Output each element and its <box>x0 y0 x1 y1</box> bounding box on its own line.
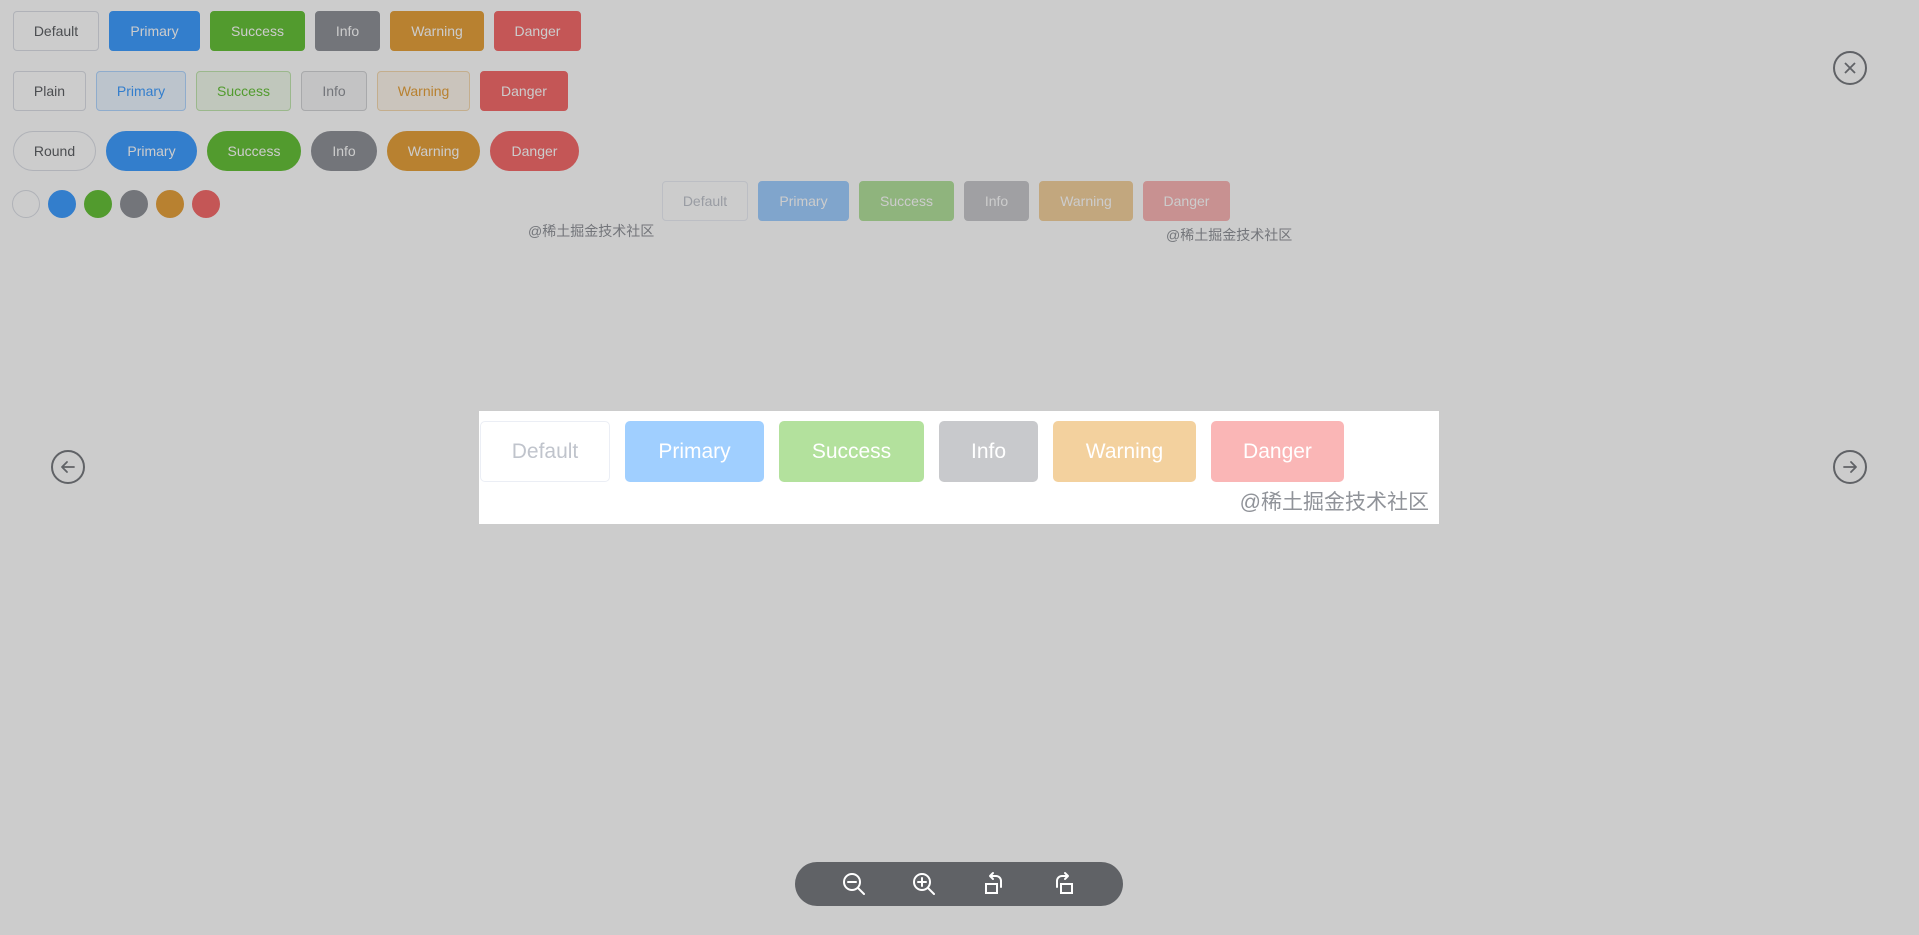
arrow-left-icon <box>61 461 75 473</box>
zoom-in-button[interactable] <box>908 868 940 900</box>
rotate-right-icon <box>1056 872 1073 894</box>
close-icon <box>1844 62 1856 74</box>
preview-warning-button: Warning <box>1053 421 1196 482</box>
next-image-button[interactable] <box>1833 450 1867 484</box>
arrow-right-icon <box>1843 461 1857 473</box>
preview-danger-button: Danger <box>1211 421 1344 482</box>
preview-image: Default Primary Success Info Warning Dan… <box>479 411 1439 524</box>
zoom-out-button[interactable] <box>838 868 870 900</box>
viewer-toolbar <box>795 862 1123 906</box>
prev-image-button[interactable] <box>51 450 85 484</box>
preview-info-button: Info <box>939 421 1038 482</box>
rotate-right-button[interactable] <box>1048 868 1080 900</box>
rotate-left-button[interactable] <box>978 868 1010 900</box>
rotate-left-icon <box>985 872 1002 894</box>
preview-success-button: Success <box>779 421 924 482</box>
zoom-out-icon <box>843 873 865 895</box>
preview-primary-button: Primary <box>625 421 764 482</box>
close-viewer-button[interactable] <box>1833 51 1867 85</box>
preview-watermark: @稀土掘金技术社区 <box>1239 491 1429 514</box>
zoom-in-icon <box>913 873 935 895</box>
preview-default-button: Default <box>480 421 610 482</box>
